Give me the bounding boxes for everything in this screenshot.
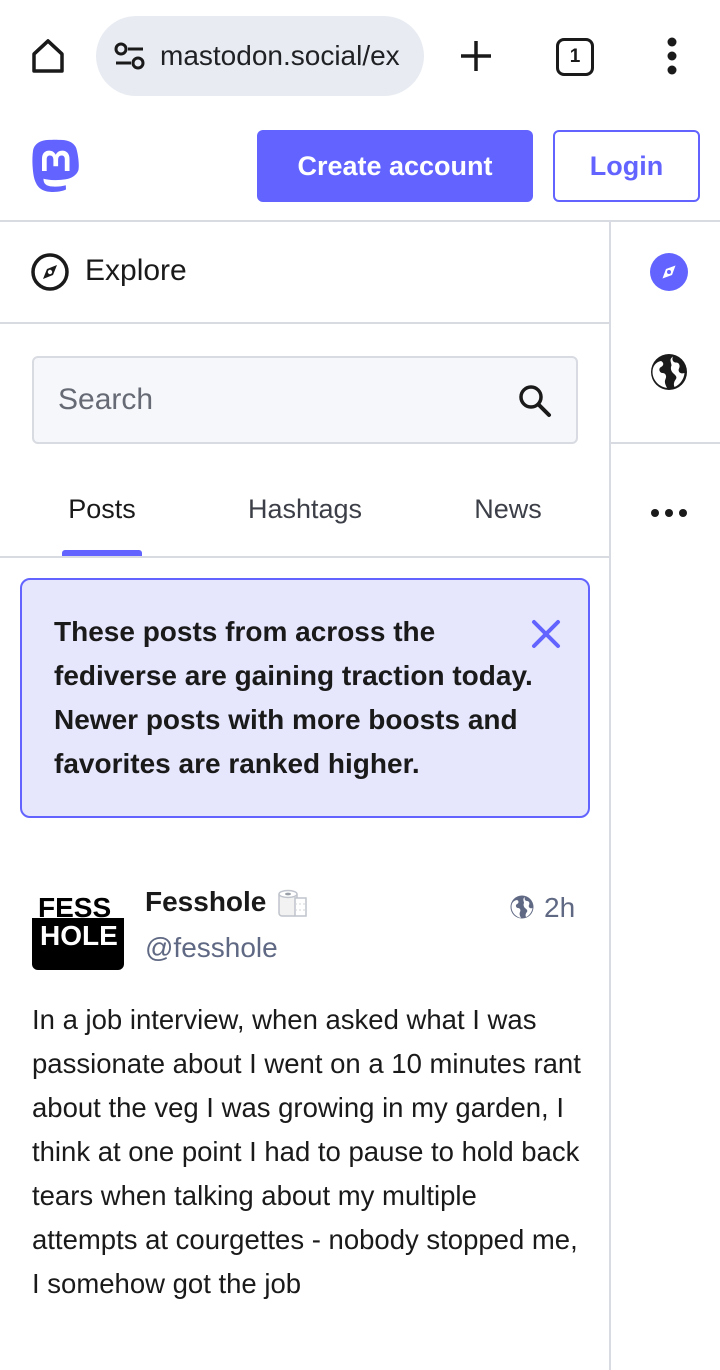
account-handle[interactable]: @fesshole — [145, 932, 278, 964]
notice-text: These posts from across the fediverse ar… — [54, 616, 533, 779]
more-vert-icon[interactable] — [648, 32, 696, 80]
public-globe-icon — [510, 895, 534, 919]
search-input[interactable] — [58, 358, 498, 442]
page-title: Explore — [85, 254, 187, 287]
more-icon[interactable] — [647, 498, 691, 528]
globe-icon[interactable] — [649, 352, 689, 392]
tab-count-icon[interactable]: 1 — [556, 38, 594, 76]
avatar-text-bottom: HOLE — [40, 920, 118, 951]
tab-count: 1 — [569, 46, 581, 67]
status-post[interactable]: FESS HOLE Fesshole @fesshole 2h In a job… — [0, 842, 609, 1370]
column-header[interactable]: Explore — [0, 222, 609, 324]
site-settings-icon[interactable] — [112, 38, 148, 74]
url-text[interactable]: mastodon.social/ex — [160, 40, 400, 72]
login-button[interactable]: Login — [553, 130, 700, 202]
create-account-button[interactable]: Create account — [257, 130, 533, 202]
avatar[interactable]: FESS HOLE — [32, 876, 124, 970]
close-icon[interactable] — [526, 614, 566, 654]
divider — [611, 442, 720, 444]
explore-column: Explore Posts Hashtags News These posts … — [0, 222, 611, 1370]
tab-posts[interactable]: Posts — [42, 462, 162, 556]
explore-tabs: Posts Hashtags News — [0, 462, 609, 558]
toilet-paper-icon — [278, 889, 307, 917]
address-bar[interactable]: mastodon.social/ex — [96, 16, 424, 96]
home-icon[interactable] — [24, 32, 72, 80]
plus-icon[interactable] — [452, 32, 500, 80]
search-icon[interactable] — [518, 384, 552, 418]
compass-icon — [31, 253, 69, 291]
mastodon-logo-icon[interactable] — [30, 139, 80, 193]
site-header: Create account Login — [0, 112, 720, 222]
explore-icon[interactable] — [649, 252, 689, 292]
navigation-panel — [611, 222, 720, 1370]
browser-toolbar: mastodon.social/ex 1 — [0, 0, 720, 112]
tab-news[interactable]: News — [458, 462, 558, 556]
trending-notice: These posts from across the fediverse ar… — [20, 578, 590, 818]
active-tab-indicator — [62, 550, 142, 556]
post-content: In a job interview, when asked what I wa… — [32, 1004, 581, 1299]
post-time[interactable]: 2h — [544, 892, 575, 924]
tab-hashtags[interactable]: Hashtags — [230, 462, 380, 556]
display-name[interactable]: Fesshole — [145, 886, 266, 918]
search-box[interactable] — [32, 356, 578, 444]
